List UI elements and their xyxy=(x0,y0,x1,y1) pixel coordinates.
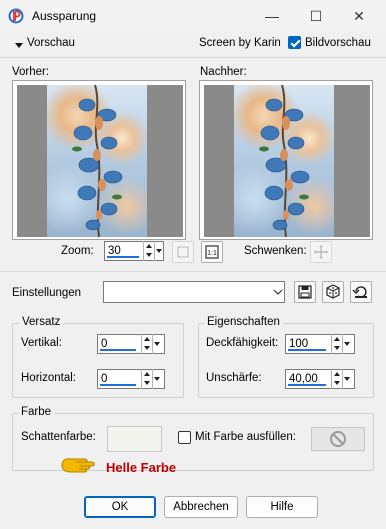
horizontal-dropdown[interactable] xyxy=(152,369,161,389)
preset-combo[interactable] xyxy=(103,281,285,303)
opacity-label: Deckfähigkeit: xyxy=(206,337,279,349)
cancel-button[interactable]: Abbrechen xyxy=(164,496,238,518)
vertical-input[interactable]: 0 xyxy=(97,334,165,354)
zoom-dropdown[interactable] xyxy=(154,241,163,261)
after-preview-image xyxy=(234,85,334,237)
zoom-actual-size-icon[interactable]: 1:1 xyxy=(201,241,223,263)
opacity-dropdown[interactable] xyxy=(342,334,351,354)
horizontal-spinner[interactable] xyxy=(141,369,151,389)
title-bar: Aussparung — ☐ ✕ xyxy=(0,0,386,32)
blur-dropdown[interactable] xyxy=(342,369,351,389)
pan-move-icon[interactable] xyxy=(310,241,332,263)
image-preview-checkbox[interactable] xyxy=(288,36,301,49)
shadow-color-swatch[interactable] xyxy=(107,426,162,452)
shadow-color-label: Schattenfarbe: xyxy=(21,431,96,443)
collapse-arrow-icon[interactable] xyxy=(14,40,24,50)
zoom-label: Zoom: xyxy=(61,245,94,257)
psp-app-icon xyxy=(8,8,24,24)
after-preview[interactable] xyxy=(199,80,373,240)
properties-group-title: Eigenschaften xyxy=(204,316,283,328)
preview-toggle[interactable]: Vorschau xyxy=(27,37,75,49)
minimize-button[interactable]: — xyxy=(257,4,287,28)
zoom-fit-icon[interactable] xyxy=(172,241,194,263)
dice-icon[interactable] xyxy=(322,281,344,303)
vertical-dropdown[interactable] xyxy=(152,334,161,354)
zoom-input[interactable]: 30 xyxy=(104,241,164,261)
blur-input[interactable]: 40,00 xyxy=(285,369,355,389)
credit-text: Screen by Karin xyxy=(199,37,281,49)
zoom-spinner[interactable] xyxy=(143,241,153,261)
vertical-label: Vertikal: xyxy=(21,337,62,349)
image-preview-label: Bildvorschau xyxy=(305,37,371,49)
svg-text:1:1: 1:1 xyxy=(207,250,217,257)
window-title: Aussparung xyxy=(32,9,97,23)
fill-color-checkbox[interactable] xyxy=(178,431,191,444)
horizontal-label: Horizontal: xyxy=(21,372,76,384)
divider xyxy=(0,271,386,272)
divider xyxy=(0,57,386,58)
offset-group-title: Versatz xyxy=(19,316,64,328)
opacity-spinner[interactable] xyxy=(331,334,341,354)
before-preview-image xyxy=(47,85,147,237)
chevron-down-icon[interactable] xyxy=(272,282,284,302)
preview-outside-area xyxy=(147,85,183,237)
color-group-title: Farbe xyxy=(18,406,55,418)
settings-label: Einstellungen xyxy=(12,287,82,299)
vertical-spinner[interactable] xyxy=(141,334,151,354)
annotation-text: Helle Farbe xyxy=(106,460,177,475)
pointing-hand-icon xyxy=(58,451,100,477)
save-icon[interactable] xyxy=(294,281,316,303)
help-button[interactable]: Hilfe xyxy=(246,496,318,518)
before-preview[interactable] xyxy=(12,80,186,240)
horizontal-input[interactable]: 0 xyxy=(97,369,165,389)
before-label: Vorher: xyxy=(12,66,50,78)
maximize-button[interactable]: ☐ xyxy=(301,4,331,28)
opacity-input[interactable]: 100 xyxy=(285,334,355,354)
after-label: Nachher: xyxy=(200,66,247,78)
preview-outside-area xyxy=(334,85,370,237)
blur-label: Unschärfe: xyxy=(206,372,262,384)
fill-color-label: Mit Farbe ausfüllen: xyxy=(195,431,296,443)
ok-button[interactable]: OK xyxy=(84,496,156,518)
close-button[interactable]: ✕ xyxy=(344,4,374,28)
pan-label: Schwenken: xyxy=(244,245,307,257)
reset-icon[interactable] xyxy=(350,281,372,303)
no-color-icon[interactable] xyxy=(311,427,365,451)
blur-spinner[interactable] xyxy=(331,369,341,389)
